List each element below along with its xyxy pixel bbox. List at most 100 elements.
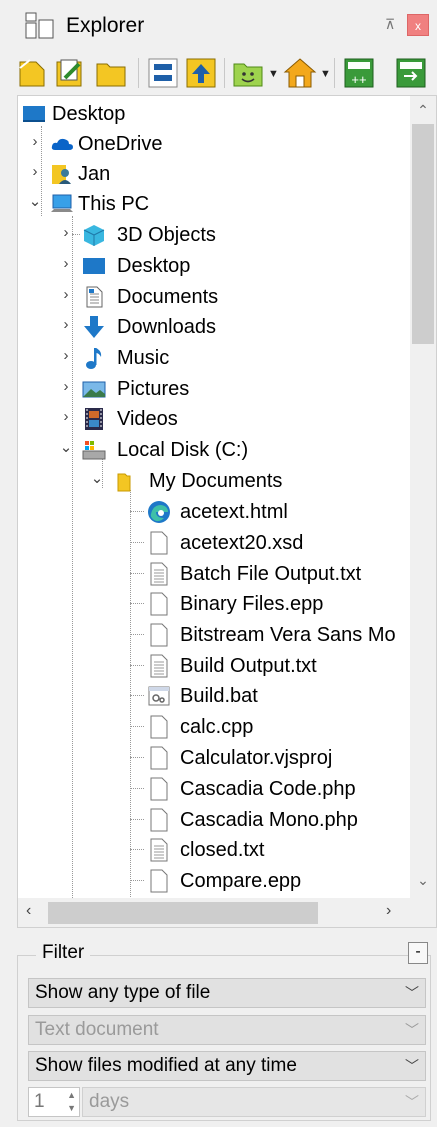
pin-icon[interactable]: ⊼ <box>385 16 395 33</box>
vertical-scrollbar[interactable]: ⌃ ⌄ <box>410 96 436 898</box>
tree-connector <box>130 603 144 604</box>
select-value: Text document <box>35 1019 159 1040</box>
horizontal-scroll-thumb[interactable] <box>48 902 318 924</box>
chevron-down-icon: ﹀ <box>405 1094 419 1110</box>
tree-item-label: calc.cpp <box>180 716 254 738</box>
picture-icon <box>82 381 106 398</box>
expand-chevron-icon[interactable]: › <box>59 379 73 394</box>
modified-time-select[interactable]: Show files modified at any time ﹀ <box>28 1051 426 1081</box>
tree-item-label: Cascadia Mono.php <box>180 809 358 831</box>
blank-file-icon <box>150 531 168 555</box>
tree-item-label: closed.txt <box>180 839 265 861</box>
scroll-left-icon[interactable]: ‹ <box>26 902 31 920</box>
blank-file-icon <box>150 592 168 616</box>
stepper-arrows-icon: ▲ ▼ <box>67 1090 76 1113</box>
drive-icon <box>82 441 106 460</box>
folder-icon <box>117 473 131 492</box>
expand-chevron-icon[interactable]: › <box>59 317 73 332</box>
expand-chevron-icon[interactable]: › <box>59 256 73 271</box>
scroll-right-icon[interactable]: › <box>386 902 391 920</box>
tree-connector <box>130 490 131 905</box>
collapse-chevron-icon[interactable]: ⌄ <box>90 471 104 486</box>
document-type-select: Text document ﹀ <box>28 1015 426 1045</box>
split-view-icon[interactable] <box>146 56 180 90</box>
tree-connector <box>130 542 144 543</box>
close-button[interactable]: x <box>407 14 429 36</box>
svg-text:++: ++ <box>351 72 366 87</box>
tree-item-label: 3D Objects <box>117 224 216 246</box>
days-unit-select: days ﹀ <box>82 1087 426 1117</box>
expand-chevron-icon[interactable]: › <box>28 134 42 149</box>
favorites-icon[interactable] <box>231 56 265 90</box>
home-dropdown-icon[interactable]: ▼ <box>320 68 331 80</box>
tree-item-label: Desktop <box>52 103 126 125</box>
tree-connector <box>130 634 144 635</box>
expand-chevron-icon[interactable]: › <box>59 348 73 363</box>
file-type-select[interactable]: Show any type of file ﹀ <box>28 978 426 1008</box>
days-stepper: 1 ▲ ▼ <box>28 1087 80 1117</box>
toolbar-separator <box>138 58 139 88</box>
tree-item-label: Desktop <box>117 255 191 277</box>
tree-item-label: Downloads <box>117 316 216 338</box>
expand-chevron-icon[interactable]: › <box>28 164 42 179</box>
desktop-icon <box>83 258 105 274</box>
cube-icon <box>83 225 105 246</box>
text-file-icon <box>150 838 168 862</box>
scroll-down-icon[interactable]: ⌄ <box>410 872 436 889</box>
tree-item-label: Jan <box>78 163 111 185</box>
tree-item-label: Pictures <box>117 378 190 400</box>
tree-item-label: acetext.html <box>180 501 288 523</box>
edit-file-icon[interactable] <box>53 56 87 90</box>
tree-item-label: Cascadia Code.php <box>180 778 356 800</box>
tree-item-label: Local Disk (C:) <box>117 439 249 461</box>
open-project-icon[interactable] <box>394 56 428 90</box>
expand-chevron-icon[interactable]: › <box>59 287 73 302</box>
select-value: Show any type of file <box>35 982 211 1003</box>
scroll-up-icon[interactable]: ⌃ <box>410 102 436 119</box>
tree-connector <box>72 234 80 235</box>
scroll-corner <box>410 898 436 927</box>
tree-item-label: Build.bat <box>180 685 258 707</box>
toolbar-separator <box>224 58 225 88</box>
chevron-down-icon: ﹀ <box>405 985 419 1001</box>
computer-icon <box>51 194 73 212</box>
tree-connector <box>130 695 144 696</box>
folder-tree[interactable]: Desktop › OneDrive › Jan ⌄ This PC › 3D … <box>17 95 437 928</box>
collapse-chevron-icon[interactable]: ⌄ <box>59 440 73 455</box>
download-arrow-icon <box>84 316 104 338</box>
favorites-dropdown-icon[interactable]: ▼ <box>268 68 279 80</box>
music-note-icon <box>86 348 102 369</box>
blank-file-icon <box>150 715 168 739</box>
tree-connector <box>130 573 144 574</box>
explorer-header: Explorer ⊼ x <box>0 0 437 50</box>
chevron-down-icon: ﹀ <box>405 1058 419 1074</box>
tree-item-label: Videos <box>117 408 178 430</box>
select-value: Show files modified at any time <box>35 1055 297 1076</box>
tree-connector <box>130 757 144 758</box>
vertical-scroll-thumb[interactable] <box>412 124 434 344</box>
new-file-icon[interactable] <box>16 56 50 90</box>
collapse-filter-button[interactable]: - <box>408 942 428 964</box>
horizontal-scrollbar[interactable]: ‹ › <box>18 898 410 927</box>
up-folder-icon[interactable] <box>184 56 218 90</box>
text-file-icon <box>150 562 168 586</box>
home-icon[interactable] <box>283 56 317 90</box>
tree-connector <box>130 819 144 820</box>
tree-item-label: acetext20.xsd <box>180 532 304 554</box>
film-icon <box>85 408 103 430</box>
tree-item-label: Bitstream Vera Sans Mo <box>180 624 396 646</box>
expand-chevron-icon[interactable]: › <box>59 409 73 424</box>
collapse-chevron-icon[interactable]: ⌄ <box>28 194 42 209</box>
new-project-icon[interactable]: ++ <box>342 56 376 90</box>
toolbar: ▼ ▼ ++ <box>0 52 437 94</box>
expand-chevron-icon[interactable]: › <box>59 225 73 240</box>
batch-file-icon <box>148 686 170 706</box>
tree-item-label: Music <box>117 347 170 369</box>
blank-file-icon <box>150 777 168 801</box>
tree-connector <box>130 511 144 512</box>
folder-icon[interactable] <box>94 56 128 90</box>
blank-file-icon <box>150 623 168 647</box>
desktop-icon <box>23 106 45 122</box>
edge-browser-icon <box>148 501 170 523</box>
tree-item-label: Build Output.txt <box>180 655 317 677</box>
